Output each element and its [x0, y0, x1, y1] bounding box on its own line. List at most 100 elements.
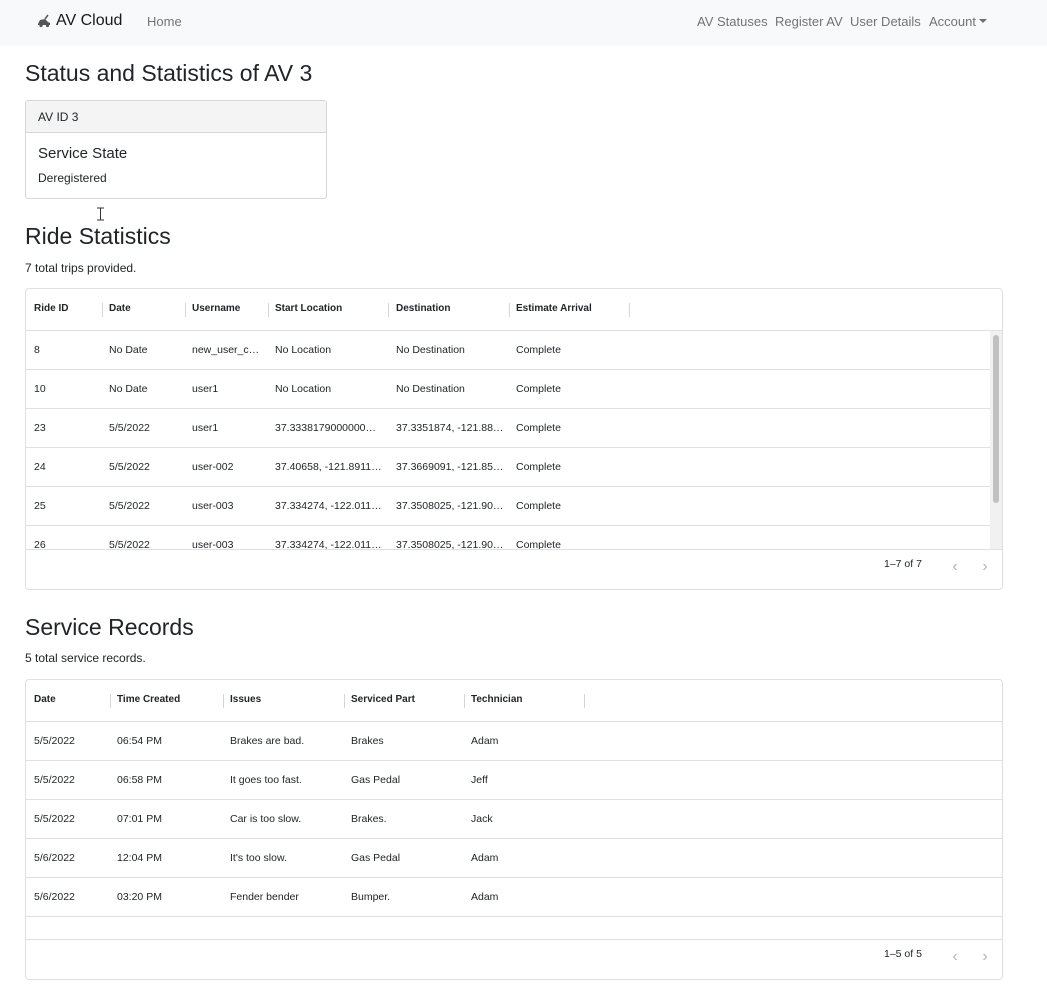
chevron-right-icon[interactable]: › [977, 559, 993, 576]
destination-cell: 37.3508025, -121.90… [396, 500, 504, 512]
username-cell: user1 [192, 422, 219, 434]
col-destination[interactable]: Destination [396, 303, 450, 314]
serviced-part-cell: Gas Pedal [351, 852, 401, 864]
nav-user-details[interactable]: User Details [850, 14, 921, 29]
scrollbar-thumb[interactable] [993, 335, 999, 503]
table-row[interactable]: 8 No Date new_user_c… No Location No Des… [26, 331, 991, 370]
service-table-header: Date Time Created Issues Serviced Part T… [26, 680, 1002, 722]
car-icon [38, 14, 50, 28]
time-created-cell: 03:20 PM [117, 891, 162, 903]
service-table-footer: 1–5 of 5 ‹ › [26, 939, 1002, 979]
ride-table: Ride ID Date Username Start Location Des… [25, 288, 1003, 590]
time-created-cell: 06:58 PM [117, 774, 162, 786]
brand-link[interactable]: AV Cloud [36, 12, 122, 30]
service-records-heading: Service Records [25, 614, 194, 640]
destination-cell: No Destination [396, 383, 465, 395]
estimate-arrival-cell: Complete [516, 344, 561, 356]
navbar: AV Cloud Home AV Statuses Register AV Us… [0, 0, 1047, 46]
issues-cell: Fender bender [230, 891, 299, 903]
table-row[interactable]: 26 5/5/2022 user-003 37.334274, -122.011… [26, 526, 991, 549]
nav-av-statuses[interactable]: AV Statuses [697, 14, 768, 29]
nav-register-av[interactable]: Register AV [775, 14, 843, 29]
column-separator[interactable] [344, 694, 345, 708]
chevron-left-icon[interactable]: ‹ [947, 949, 963, 966]
ride-id-cell: 8 [34, 344, 40, 356]
date-cell: 5/5/2022 [109, 500, 150, 512]
chevron-right-icon[interactable]: › [977, 949, 993, 966]
serviced-part-cell: Brakes [351, 735, 384, 747]
estimate-arrival-cell: Complete [516, 461, 561, 473]
column-separator[interactable] [185, 303, 186, 317]
date-cell: 5/5/2022 [109, 422, 150, 434]
ride-table-body: 8 No Date new_user_c… No Location No Des… [26, 331, 991, 549]
start-location-cell: 37.3338179000000… [275, 422, 377, 434]
technician-cell: Adam [471, 852, 499, 864]
serviced-part-cell: Gas Pedal [351, 774, 401, 786]
destination-cell: 37.3508025, -121.90… [396, 539, 504, 549]
estimate-arrival-cell: Complete [516, 539, 561, 549]
issues-cell: Brakes are bad. [230, 735, 305, 747]
col-username[interactable]: Username [192, 303, 240, 314]
column-separator[interactable] [629, 303, 630, 317]
technician-cell: Adam [471, 891, 499, 903]
username-cell: user-003 [192, 500, 234, 512]
pagination-label: 1–5 of 5 [884, 948, 922, 960]
column-separator[interactable] [102, 303, 103, 317]
table-row[interactable]: 5/5/2022 07:01 PM Car is too slow. Brake… [26, 800, 1002, 839]
date-cell: 5/6/2022 [34, 891, 75, 903]
ride-id-cell: 24 [34, 461, 46, 473]
card-title: Service State [38, 145, 128, 162]
column-separator[interactable] [223, 694, 224, 708]
destination-cell: 37.3669091, -121.85… [396, 461, 504, 473]
destination-cell: 37.3351874, -121.88… [396, 422, 504, 434]
table-row[interactable]: 5/5/2022 06:58 PM It goes too fast. Gas … [26, 761, 1002, 800]
ride-statistics-heading: Ride Statistics [25, 223, 171, 249]
col-technician[interactable]: Technician [471, 694, 523, 705]
nav-home[interactable]: Home [147, 14, 182, 29]
date-cell: 5/6/2022 [34, 852, 75, 864]
technician-cell: Jeff [471, 774, 488, 786]
table-row[interactable]: 10 No Date user1 No Location No Destinat… [26, 370, 991, 409]
column-separator[interactable] [584, 694, 585, 708]
text-cursor-icon [97, 207, 104, 221]
table-row[interactable]: 5/5/2022 06:54 PM Brakes are bad. Brakes… [26, 722, 1002, 761]
chevron-left-icon[interactable]: ‹ [947, 559, 963, 576]
service-state-value: Deregistered [38, 171, 107, 185]
column-separator[interactable] [464, 694, 465, 708]
username-cell: user-002 [192, 461, 234, 473]
table-row[interactable]: 5/6/2022 03:20 PM Fender bender Bumper. … [26, 878, 1002, 917]
ride-id-cell: 23 [34, 422, 46, 434]
table-row[interactable]: 25 5/5/2022 user-003 37.334274, -122.011… [26, 487, 991, 526]
column-separator[interactable] [268, 303, 269, 317]
date-cell: No Date [109, 383, 148, 395]
column-separator[interactable] [388, 303, 389, 317]
col-serviced-part[interactable]: Serviced Part [351, 694, 415, 705]
col-time-created[interactable]: Time Created [117, 694, 180, 705]
av-status-card: AV ID 3 Service State Deregistered [25, 100, 327, 199]
start-location-cell: No Location [275, 344, 332, 356]
col-issues[interactable]: Issues [230, 694, 261, 705]
col-date[interactable]: Date [109, 303, 131, 314]
column-separator[interactable] [509, 303, 510, 317]
destination-cell: No Destination [396, 344, 465, 356]
table-row[interactable]: 23 5/5/2022 user1 37.3338179000000… 37.3… [26, 409, 991, 448]
col-ride-id[interactable]: Ride ID [34, 303, 68, 314]
date-cell: 5/5/2022 [109, 461, 150, 473]
nav-account-dropdown[interactable]: Account [929, 14, 987, 29]
table-row[interactable]: 5/6/2022 12:04 PM It's too slow. Gas Ped… [26, 839, 1002, 878]
ride-table-header: Ride ID Date Username Start Location Des… [26, 289, 1002, 331]
col-start-location[interactable]: Start Location [275, 303, 342, 314]
ride-id-cell: 10 [34, 383, 46, 395]
date-cell: 5/5/2022 [34, 813, 75, 825]
table-row[interactable]: 24 5/5/2022 user-002 37.40658, -121.8911… [26, 448, 991, 487]
column-separator[interactable] [110, 694, 111, 708]
col-date[interactable]: Date [34, 694, 56, 705]
issues-cell: It goes too fast. [230, 774, 302, 786]
ride-table-scrollbar[interactable] [990, 331, 1002, 549]
brand-text: AV Cloud [56, 12, 123, 29]
col-estimate-arrival[interactable]: Estimate Arrival [516, 303, 592, 314]
service-table-body: 5/5/2022 06:54 PM Brakes are bad. Brakes… [26, 722, 1002, 917]
estimate-arrival-cell: Complete [516, 500, 561, 512]
time-created-cell: 12:04 PM [117, 852, 162, 864]
technician-cell: Jack [471, 813, 493, 825]
